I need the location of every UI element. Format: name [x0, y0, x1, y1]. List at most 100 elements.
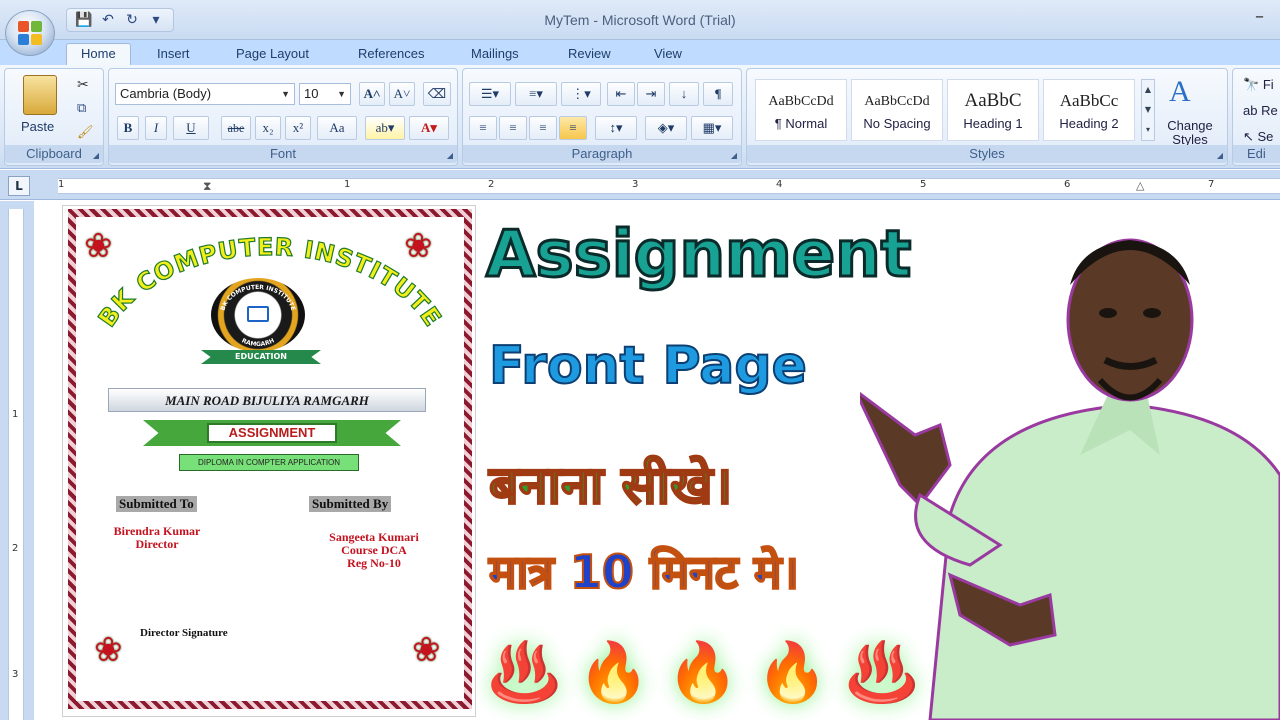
style-sample: AaBbCc: [1059, 91, 1119, 110]
increase-indent-icon[interactable]: ⇥: [637, 82, 665, 106]
office-button[interactable]: [5, 10, 55, 56]
tab-selector[interactable]: L: [8, 176, 30, 196]
address-bar: MAIN ROAD BIJULIYA RAMGARH: [108, 388, 426, 412]
ruler-number: 1: [344, 179, 351, 190]
overlay-subtitle: Front Page: [488, 335, 808, 397]
format-painter-icon[interactable]: 🖌: [77, 125, 94, 140]
ruler-number: 4: [776, 179, 783, 190]
tab-home[interactable]: Home: [66, 43, 131, 67]
title-bar: 💾 ↶ ↻ ▾ MyTem - Microsoft Word (Trial) –: [0, 0, 1280, 40]
submitted-to-header: Submitted To: [116, 496, 197, 512]
cut-icon[interactable]: ✂: [77, 77, 89, 93]
copy-icon[interactable]: ⧉: [77, 101, 86, 116]
styles-group: AaBbCcDd ¶ Normal AaBbCcDd No Spacing Aa…: [746, 68, 1228, 166]
director-signature: Director Signature: [140, 627, 228, 639]
sort-icon[interactable]: ↓: [669, 82, 699, 106]
rose-decoration-icon: ❀: [412, 630, 441, 670]
style-heading-1[interactable]: AaBbC Heading 1: [947, 79, 1039, 141]
overlay-hindi-line-1: बनाना सीखे।: [488, 455, 733, 517]
multilevel-list-icon[interactable]: ⋮▾: [561, 82, 601, 106]
chevron-down-icon: ▼: [281, 89, 290, 99]
window-title: MyTem - Microsoft Word (Trial): [544, 12, 736, 28]
right-indent-marker-icon[interactable]: △: [1136, 179, 1144, 192]
paragraph-launcher-icon[interactable]: ◢: [731, 151, 737, 160]
style-sample: AaBbCcDd: [768, 94, 834, 109]
font-size-select[interactable]: 10 ▼: [299, 83, 351, 105]
style-normal[interactable]: AaBbCcDd ¶ Normal: [755, 79, 847, 141]
font-family-select[interactable]: Cambria (Body) ▼: [115, 83, 295, 105]
ruler-number: 2: [12, 543, 19, 554]
grow-font-button[interactable]: A˄: [359, 82, 385, 106]
clear-formatting-button[interactable]: ⌫: [423, 82, 451, 106]
style-heading-2[interactable]: AaBbCc Heading 2: [1043, 79, 1135, 141]
justify-icon[interactable]: ≡: [559, 116, 587, 140]
align-right-icon[interactable]: ≡: [529, 116, 557, 140]
font-size-value: 10: [304, 86, 319, 101]
replace-label: Re: [1261, 103, 1278, 118]
hot-springs-icon: ♨️: [488, 637, 561, 706]
chevron-down-icon: ▼: [337, 89, 346, 99]
overlay-hindi-line-2: मात्र 10 मिनट मे।: [488, 544, 800, 600]
replace-icon: ab: [1243, 103, 1262, 118]
highlight-icon[interactable]: ab▾: [365, 116, 405, 140]
tab-view[interactable]: View: [654, 44, 682, 66]
vertical-ruler-track[interactable]: 1 2 3: [8, 209, 24, 720]
find-label: Fi: [1262, 77, 1274, 92]
minimize-button[interactable]: –: [1255, 6, 1264, 27]
align-left-icon[interactable]: ≡: [469, 116, 497, 140]
submitted-by-block: Sangeeta Kumari Course DCA Reg No-10: [304, 531, 444, 570]
bold-button[interactable]: B: [117, 116, 139, 140]
select-label: Se: [1257, 129, 1274, 144]
subscript-button[interactable]: x₂: [255, 116, 281, 140]
superscript-button[interactable]: x²: [285, 116, 311, 140]
clipboard-launcher-icon[interactable]: ◢: [93, 151, 99, 160]
font-color-icon[interactable]: A▾: [409, 116, 449, 140]
ruler-number: 5: [920, 179, 927, 190]
style-sample: AaBbC: [964, 90, 1022, 111]
styles-launcher-icon[interactable]: ◢: [1217, 151, 1223, 160]
tab-insert[interactable]: Insert: [157, 44, 190, 66]
svg-text:RAMGARH: RAMGARH: [240, 337, 275, 348]
find-button[interactable]: 🔭 Fi: [1243, 77, 1274, 93]
find-icon: 🔭: [1243, 77, 1263, 92]
style-name: ¶ Normal: [774, 116, 828, 131]
change-case-button[interactable]: Aa: [317, 116, 357, 140]
line-spacing-icon[interactable]: ↕▾: [595, 116, 637, 140]
font-launcher-icon[interactable]: ◢: [447, 151, 453, 160]
ribbon-tabs: Home Insert Page Layout References Maili…: [0, 40, 1280, 67]
replace-button[interactable]: ab Re: [1243, 103, 1278, 118]
paste-button[interactable]: Paste: [21, 119, 54, 134]
change-styles-icon[interactable]: A: [1169, 75, 1191, 109]
styles-scroll[interactable]: ▲ ▼ ▾: [1141, 79, 1155, 141]
submitted-by-reg: Reg No-10: [347, 556, 401, 570]
numbering-icon[interactable]: ≡▾: [515, 82, 557, 106]
italic-button[interactable]: I: [145, 116, 167, 140]
logo-city-text: RAMGARH: [240, 337, 275, 348]
paragraph-group: ☰▾ ≡▾ ⋮▾ ⇤ ⇥ ↓ ¶ ≡ ≡ ≡ ≡ ↕▾ ◈▾ ▦▾ Paragr…: [462, 68, 742, 166]
shading-icon[interactable]: ◈▾: [645, 116, 687, 140]
change-styles-button[interactable]: Change Styles: [1161, 119, 1219, 147]
style-no-spacing[interactable]: AaBbCcDd No Spacing: [851, 79, 943, 141]
font-group-label: Font: [109, 145, 457, 163]
logo-ribbon: EDUCATION: [201, 350, 321, 364]
clipboard-group-label: Clipboard: [5, 145, 103, 163]
office-logo-icon: [18, 21, 42, 45]
ruler-track[interactable]: 1 ⧗ 1 2 3 4 5 6 △ 7: [58, 178, 1280, 194]
tab-references[interactable]: References: [358, 44, 424, 66]
paste-icon[interactable]: [23, 75, 57, 115]
font-family-value: Cambria (Body): [120, 86, 212, 101]
ruler-number: 6: [1064, 179, 1071, 190]
borders-icon[interactable]: ▦▾: [691, 116, 733, 140]
align-center-icon[interactable]: ≡: [499, 116, 527, 140]
tab-page-layout[interactable]: Page Layout: [236, 44, 309, 66]
strikethrough-button[interactable]: abe: [221, 116, 251, 140]
underline-button[interactable]: U: [173, 116, 209, 140]
decrease-indent-icon[interactable]: ⇤: [607, 82, 635, 106]
tab-review[interactable]: Review: [568, 44, 611, 66]
tab-mailings[interactable]: Mailings: [471, 44, 519, 66]
bullets-icon[interactable]: ☰▾: [469, 82, 511, 106]
select-button[interactable]: ↖ Se: [1243, 129, 1273, 145]
shrink-font-button[interactable]: A˅: [389, 82, 415, 106]
show-formatting-icon[interactable]: ¶: [703, 82, 733, 106]
left-indent-marker-icon[interactable]: ⧗: [203, 179, 211, 194]
